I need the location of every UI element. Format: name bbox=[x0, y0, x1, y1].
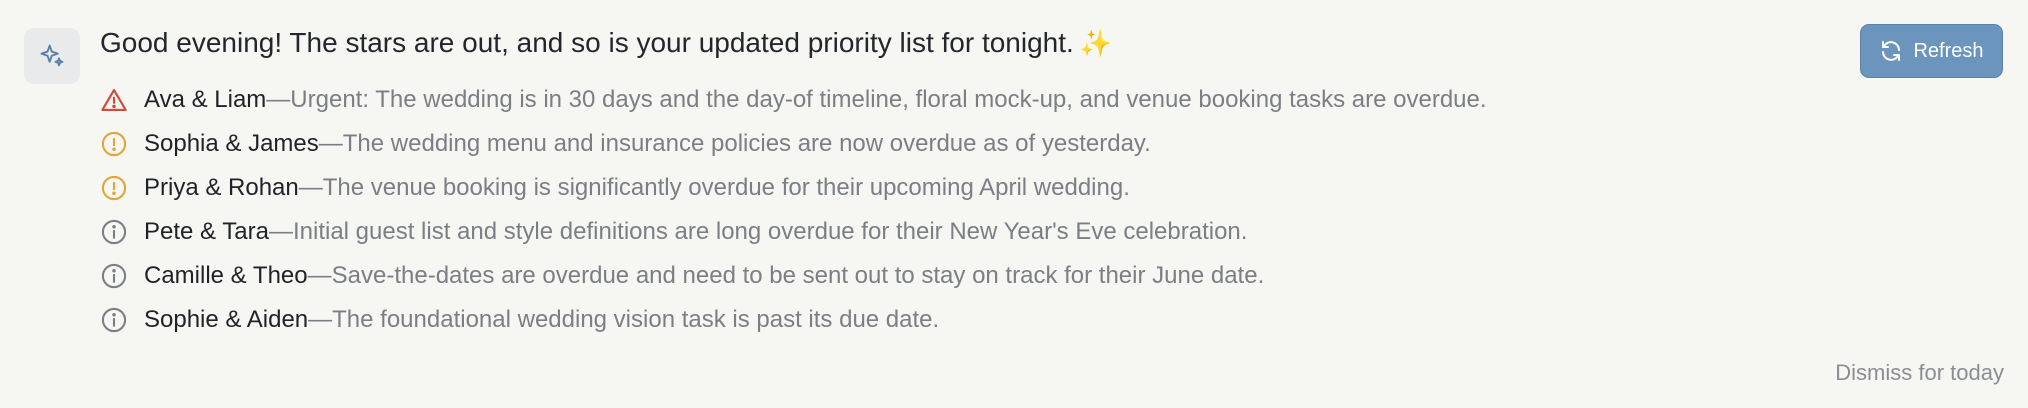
separator: — bbox=[308, 306, 333, 333]
info-circle-icon bbox=[100, 218, 128, 246]
list-item: Ava & Liam — Urgent: The wedding is in 3… bbox=[100, 78, 1800, 122]
separator: — bbox=[298, 174, 323, 201]
item-description: The wedding menu and insurance policies … bbox=[342, 130, 1151, 157]
priority-card: Good evening! The stars are out, and so … bbox=[0, 0, 2028, 408]
info-circle-icon bbox=[100, 262, 128, 290]
list-item: Pete & Tara — Initial guest list and sty… bbox=[100, 210, 1800, 254]
page-title: Good evening! The stars are out, and so … bbox=[100, 24, 1112, 62]
priority-list: Ava & Liam — Urgent: The wedding is in 3… bbox=[100, 78, 1800, 342]
info-circle-icon bbox=[100, 306, 128, 334]
item-description: Urgent: The wedding is in 30 days and th… bbox=[290, 86, 1487, 113]
couple-name: Priya & Rohan bbox=[144, 174, 299, 201]
couple-name: Camille & Theo bbox=[144, 262, 308, 289]
separator: — bbox=[318, 130, 343, 157]
separator: — bbox=[307, 262, 332, 289]
couple-name: Sophia & James bbox=[144, 130, 319, 157]
list-item: Camille & Theo — Save-the-dates are over… bbox=[100, 254, 1800, 298]
dismiss-button[interactable]: Dismiss for today bbox=[1835, 360, 2004, 386]
separator: — bbox=[268, 218, 293, 245]
separator: — bbox=[266, 86, 291, 113]
refresh-label: Refresh bbox=[1913, 39, 1984, 62]
list-item: Priya & Rohan — The venue booking is sig… bbox=[100, 166, 1800, 210]
item-description: Initial guest list and style definitions… bbox=[292, 218, 1248, 245]
warning-triangle-icon bbox=[100, 86, 128, 114]
sparkle-icon bbox=[40, 44, 64, 67]
alert-circle-icon bbox=[100, 130, 128, 158]
couple-name: Sophie & Aiden bbox=[144, 306, 309, 333]
item-description: Save-the-dates are overdue and need to b… bbox=[331, 262, 1265, 289]
sparkles-emoji: ✨ bbox=[1079, 28, 1113, 58]
item-description: The foundational wedding vision task is … bbox=[332, 306, 940, 333]
couple-name: Pete & Tara bbox=[144, 218, 269, 245]
refresh-button[interactable]: Refresh bbox=[1860, 24, 2003, 78]
item-description: The venue booking is significantly overd… bbox=[322, 174, 1130, 201]
list-item: Sophie & Aiden — The foundational weddin… bbox=[100, 298, 1800, 342]
couple-name: Ava & Liam bbox=[144, 86, 267, 113]
sparkle-badge bbox=[24, 28, 80, 84]
title-text: Good evening! The stars are out, and so … bbox=[100, 27, 1074, 58]
refresh-icon bbox=[1882, 41, 1901, 61]
alert-circle-icon bbox=[100, 174, 128, 202]
list-item: Sophia & James — The wedding menu and in… bbox=[100, 122, 1800, 166]
